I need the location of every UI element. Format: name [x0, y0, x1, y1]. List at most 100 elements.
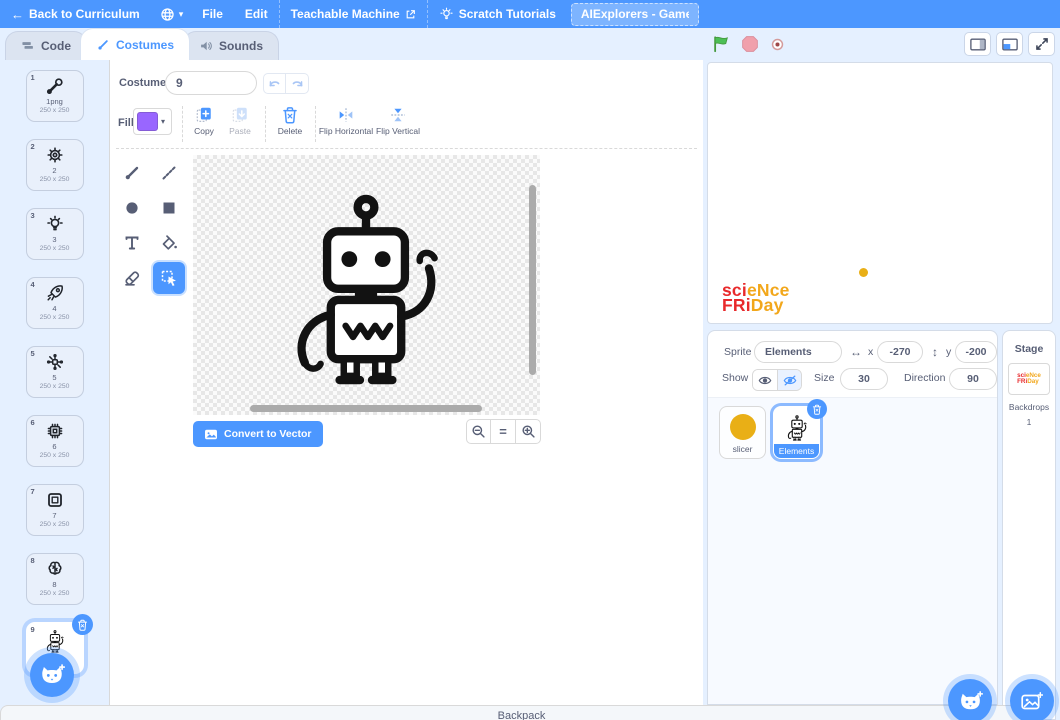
fill-color-picker[interactable]: ▾	[133, 108, 172, 135]
add-backdrop-button[interactable]	[1010, 679, 1054, 720]
costume-item-5[interactable]: 5 5 250 x 250	[26, 346, 84, 398]
backpack-bar[interactable]: Backpack	[0, 705, 1043, 720]
canvas-vertical-scrollbar[interactable]	[529, 185, 536, 375]
brush-tool[interactable]	[116, 157, 148, 189]
paste-button[interactable]: Paste	[218, 106, 262, 136]
rectangle-tool[interactable]	[153, 192, 185, 224]
costume-list-panel: 1 1png 250 x 250 2 2 250 x 250 3	[0, 60, 110, 705]
zoom-reset-button[interactable]: =	[491, 419, 516, 444]
delete-button[interactable]: Delete	[268, 106, 312, 136]
fill-label: Fill	[118, 117, 134, 129]
zoom-in-button[interactable]	[516, 419, 541, 444]
sprite-size-input[interactable]	[840, 368, 888, 390]
eraser-tool[interactable]	[116, 262, 148, 294]
file-menu[interactable]: File	[191, 0, 234, 28]
chevron-down-icon: ▾	[161, 117, 165, 126]
costume-number: 1	[31, 73, 35, 82]
costume-name-input[interactable]	[165, 71, 257, 95]
line-tool[interactable]	[153, 157, 185, 189]
small-stage-button[interactable]	[964, 32, 991, 56]
large-stage-button[interactable]	[996, 32, 1023, 56]
toolbar-divider	[315, 106, 316, 142]
undo-redo-group	[263, 73, 309, 94]
tab-costumes[interactable]: Costumes	[80, 28, 190, 60]
logo-text-red: FRi	[1017, 378, 1027, 385]
costume-name: 3	[27, 235, 83, 244]
robot-drawing	[271, 185, 461, 387]
tab-sounds[interactable]: Sounds	[183, 31, 279, 60]
sprite-x-input[interactable]	[877, 341, 923, 363]
stage-selector-pane[interactable]: Stage scieNce FRiDay Backdrops 1	[1002, 330, 1056, 720]
circle-tool[interactable]	[116, 192, 148, 224]
code-blocks-icon	[21, 39, 35, 53]
green-flag-icon[interactable]	[712, 35, 730, 53]
sprite-y-input[interactable]	[955, 341, 997, 363]
costume-item-3[interactable]: 3 3 250 x 250	[26, 208, 84, 260]
undo-button[interactable]	[263, 73, 286, 94]
stop-sign-icon[interactable]	[741, 35, 759, 53]
hide-sprite-button[interactable]	[777, 370, 801, 390]
zoom-out-icon	[471, 424, 486, 439]
flip-horizontal-button[interactable]: Flip Horizontal	[320, 106, 372, 136]
tab-code[interactable]: Code	[5, 31, 87, 60]
costume-item-1[interactable]: 1 1png 250 x 250	[26, 70, 84, 122]
redo-button[interactable]	[286, 73, 309, 94]
sprite-info-panel: Sprite ↔ x ↕ y Show	[708, 331, 997, 398]
zoom-out-button[interactable]	[466, 419, 491, 444]
show-sprite-button[interactable]	[753, 370, 777, 390]
costume-item-6[interactable]: 6 6 250 x 250	[26, 415, 84, 467]
sprite-name: Elements	[774, 444, 819, 458]
costume-item-7[interactable]: 7 7 250 x 250	[26, 484, 84, 536]
paint-canvas[interactable]	[193, 155, 540, 415]
costume-item-2[interactable]: 2 2 250 x 250	[26, 139, 84, 191]
add-costume-button[interactable]	[30, 653, 74, 697]
costume-number: 5	[31, 349, 35, 358]
language-selector[interactable]: ▾	[151, 0, 192, 28]
lamp-icon	[439, 7, 454, 22]
costume-number: 3	[31, 211, 35, 220]
toolbar-divider	[265, 106, 266, 142]
science-friday-mini-logo: scieNce FRiDay	[1017, 373, 1041, 384]
show-toggle-group	[752, 369, 802, 391]
costume-name: 4	[27, 304, 83, 313]
flip-vertical-button[interactable]: Flip Vertical	[374, 106, 422, 136]
select-tool[interactable]	[153, 262, 185, 294]
convert-to-vector-button[interactable]: Convert to Vector	[193, 421, 323, 447]
delete-costume-button[interactable]	[72, 614, 93, 635]
costume-size: 250 x 250	[27, 590, 83, 597]
backdrop-thumbnail[interactable]: scieNce FRiDay	[1008, 363, 1050, 395]
costume-item-8[interactable]: 8 8 250 x 250	[26, 553, 84, 605]
scratch-editor: ← Back to Curriculum ▾ File Edit Teachab…	[0, 0, 1060, 720]
back-to-curriculum-button[interactable]: ← Back to Curriculum	[0, 0, 151, 28]
costume-item-4[interactable]: 4 4 250 x 250	[26, 277, 84, 329]
cat-plus-icon	[39, 664, 65, 686]
scratch-tutorials-label: Scratch Tutorials	[459, 7, 556, 21]
costume-size: 250 x 250	[27, 176, 83, 183]
costume-number: 4	[31, 280, 35, 289]
logo-text-gold: Day	[1027, 378, 1039, 385]
project-name-input[interactable]	[571, 3, 699, 26]
teachable-machine-label: Teachable Machine	[291, 7, 400, 21]
stage-size-controls	[964, 32, 1055, 56]
stage-controls	[712, 35, 785, 53]
slicer-sprite-on-stage[interactable]	[859, 268, 868, 277]
paste-label: Paste	[229, 126, 251, 136]
text-tool[interactable]	[116, 227, 148, 259]
sprite-name-input[interactable]	[754, 341, 842, 363]
sprite-direction-input[interactable]	[949, 368, 997, 390]
show-label: Show	[722, 372, 748, 384]
edit-menu[interactable]: Edit	[234, 0, 279, 28]
costume-number: 2	[31, 142, 35, 151]
sprite-item-slicer[interactable]: slicer	[719, 406, 766, 459]
costume-size: 250 x 250	[27, 383, 83, 390]
delete-sprite-button[interactable]	[807, 399, 827, 419]
record-indicator-icon[interactable]	[770, 37, 785, 52]
scratch-tutorials-button[interactable]: Scratch Tutorials	[428, 0, 567, 28]
paintbrush-icon	[96, 38, 110, 52]
fill-tool[interactable]	[153, 227, 185, 259]
add-sprite-button[interactable]	[948, 679, 992, 720]
canvas-horizontal-scrollbar[interactable]	[250, 405, 482, 412]
sprite-item-elements-selected[interactable]: Elements	[773, 406, 820, 459]
teachable-machine-link[interactable]: Teachable Machine	[280, 0, 427, 28]
fullscreen-button[interactable]	[1028, 32, 1055, 56]
